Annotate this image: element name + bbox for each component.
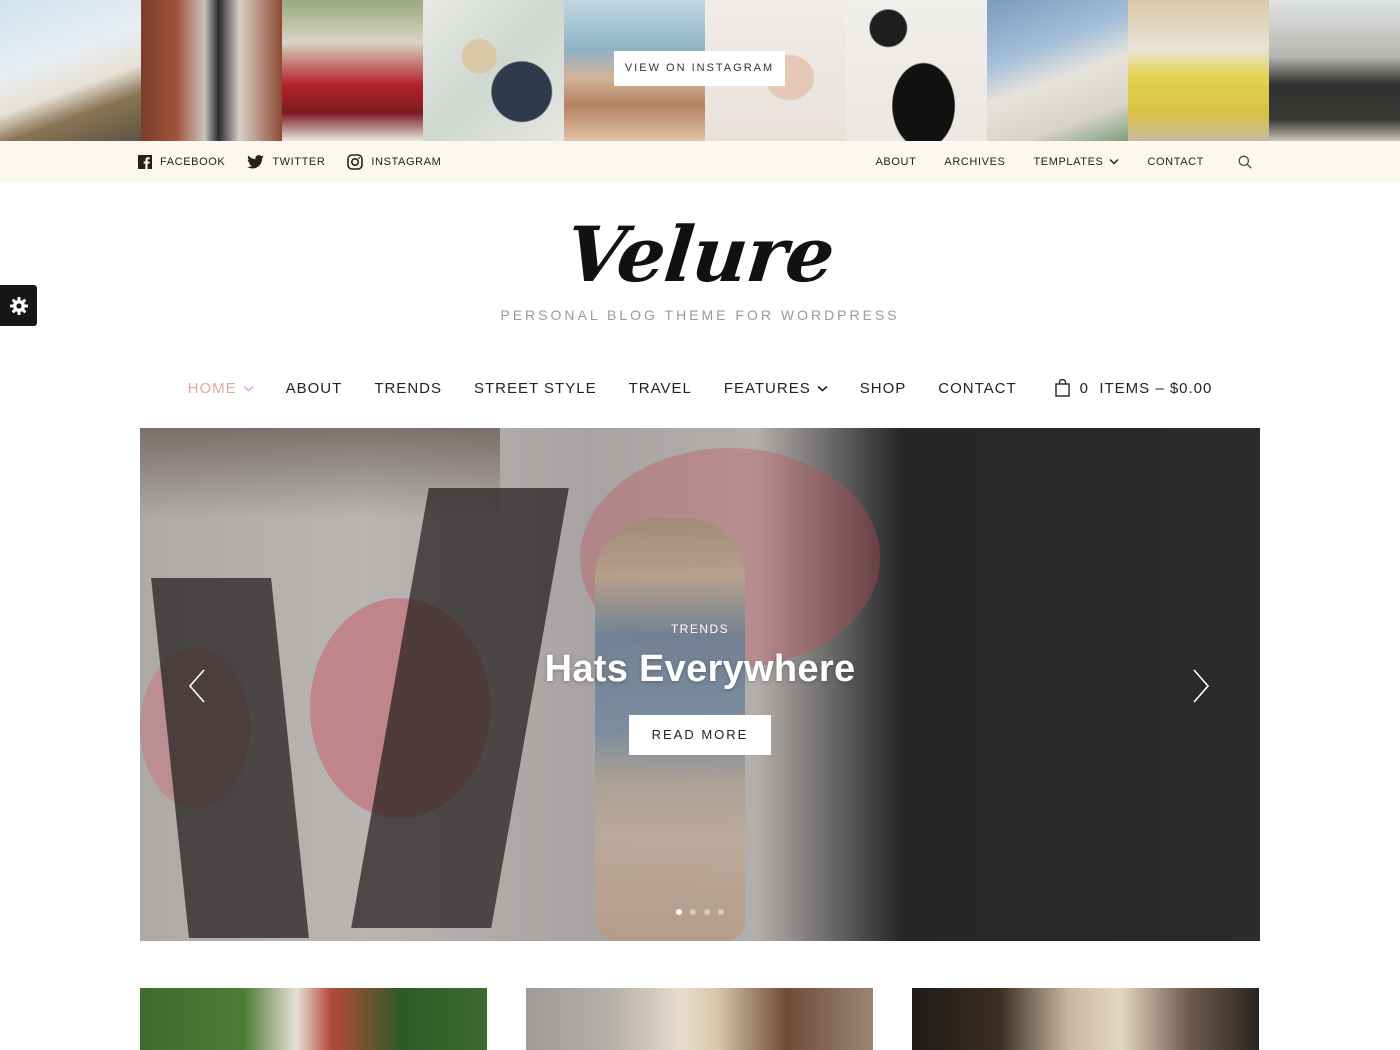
site-logo[interactable]: Velure bbox=[0, 210, 1400, 299]
chevron-down-icon bbox=[817, 385, 828, 392]
featured-posts bbox=[140, 988, 1260, 1050]
post-card-image[interactable] bbox=[526, 988, 873, 1050]
instagram-tile[interactable] bbox=[423, 0, 564, 141]
top-nav-archives[interactable]: ARCHIVES bbox=[944, 156, 1005, 168]
main-nav-travel[interactable]: TRAVEL bbox=[629, 380, 692, 397]
view-on-instagram-button[interactable]: VIEW ON INSTAGRAM bbox=[614, 51, 785, 86]
slider-prev-button[interactable] bbox=[182, 666, 212, 706]
slider-dot[interactable] bbox=[718, 909, 724, 915]
search-icon bbox=[1238, 155, 1252, 169]
slider-dot[interactable] bbox=[676, 909, 682, 915]
top-bar: FACEBOOK TWITTER INSTAGRAM ABOUT ARCHIVE… bbox=[0, 141, 1400, 182]
instagram-tile[interactable] bbox=[1269, 0, 1400, 141]
slide-title[interactable]: Hats Everywhere bbox=[140, 648, 1260, 691]
main-nav-home[interactable]: HOME bbox=[188, 380, 254, 397]
shopping-bag-icon bbox=[1054, 379, 1070, 397]
main-nav-trends[interactable]: TRENDS bbox=[374, 380, 442, 397]
chevron-down-icon bbox=[1109, 158, 1119, 165]
post-card-image[interactable] bbox=[912, 988, 1259, 1050]
instagram-tile[interactable] bbox=[846, 0, 987, 141]
social-label: FACEBOOK bbox=[160, 155, 226, 168]
main-nav-contact[interactable]: CONTACT bbox=[938, 380, 1016, 397]
instagram-tile[interactable] bbox=[987, 0, 1128, 141]
slider-dot[interactable] bbox=[690, 909, 696, 915]
social-link-instagram[interactable]: INSTAGRAM bbox=[347, 153, 442, 170]
slider-pagination bbox=[140, 909, 1260, 915]
top-navigation: ABOUT ARCHIVES TEMPLATES CONTACT bbox=[848, 141, 1253, 182]
chevron-down-icon bbox=[243, 385, 254, 392]
instagram-tile[interactable] bbox=[282, 0, 423, 141]
top-nav-contact[interactable]: CONTACT bbox=[1147, 156, 1204, 168]
main-navigation: HOME ABOUT TRENDS STREET STYLE TRAVEL FE… bbox=[0, 372, 1400, 404]
main-nav-shop[interactable]: SHOP bbox=[860, 380, 907, 397]
twitter-icon bbox=[247, 154, 265, 169]
top-nav-templates[interactable]: TEMPLATES bbox=[1033, 156, 1119, 168]
site-tagline: PERSONAL BLOG THEME FOR WORDPRESS bbox=[500, 307, 900, 323]
main-nav-features-label: FEATURES bbox=[723, 379, 811, 397]
main-nav-about[interactable]: ABOUT bbox=[286, 380, 343, 397]
social-links: FACEBOOK TWITTER INSTAGRAM bbox=[138, 141, 463, 182]
top-nav-about[interactable]: ABOUT bbox=[876, 156, 917, 168]
hero-slider: TRENDS Hats Everywhere READ MORE bbox=[140, 428, 1260, 941]
social-link-twitter[interactable]: TWITTER bbox=[247, 154, 326, 169]
chevron-right-icon bbox=[1193, 669, 1210, 703]
instagram-tile[interactable] bbox=[1128, 0, 1269, 141]
cart-link[interactable]: 0 ITEMS – $0.00 bbox=[1049, 379, 1213, 397]
cart-summary: 0 ITEMS – $0.00 bbox=[1079, 379, 1213, 397]
post-card-image[interactable] bbox=[140, 988, 487, 1050]
instagram-icon bbox=[347, 153, 364, 170]
search-button[interactable] bbox=[1238, 155, 1252, 169]
slider-next-button[interactable] bbox=[1186, 666, 1216, 706]
main-nav-home-label: HOME bbox=[187, 379, 237, 397]
slider-dot[interactable] bbox=[704, 909, 710, 915]
chevron-left-icon bbox=[188, 669, 205, 703]
top-nav-templates-label: TEMPLATES bbox=[1033, 155, 1104, 168]
facebook-icon bbox=[138, 154, 152, 169]
slide-category[interactable]: TRENDS bbox=[140, 622, 1260, 636]
main-nav-street-style[interactable]: STREET STYLE bbox=[474, 380, 597, 397]
social-label: INSTAGRAM bbox=[371, 155, 442, 168]
read-more-button[interactable]: READ MORE bbox=[629, 715, 771, 755]
social-label: TWITTER bbox=[272, 155, 326, 168]
instagram-tile[interactable] bbox=[0, 0, 141, 141]
social-link-facebook[interactable]: FACEBOOK bbox=[138, 154, 226, 169]
main-nav-features[interactable]: FEATURES bbox=[724, 380, 828, 397]
instagram-tile[interactable] bbox=[141, 0, 282, 141]
